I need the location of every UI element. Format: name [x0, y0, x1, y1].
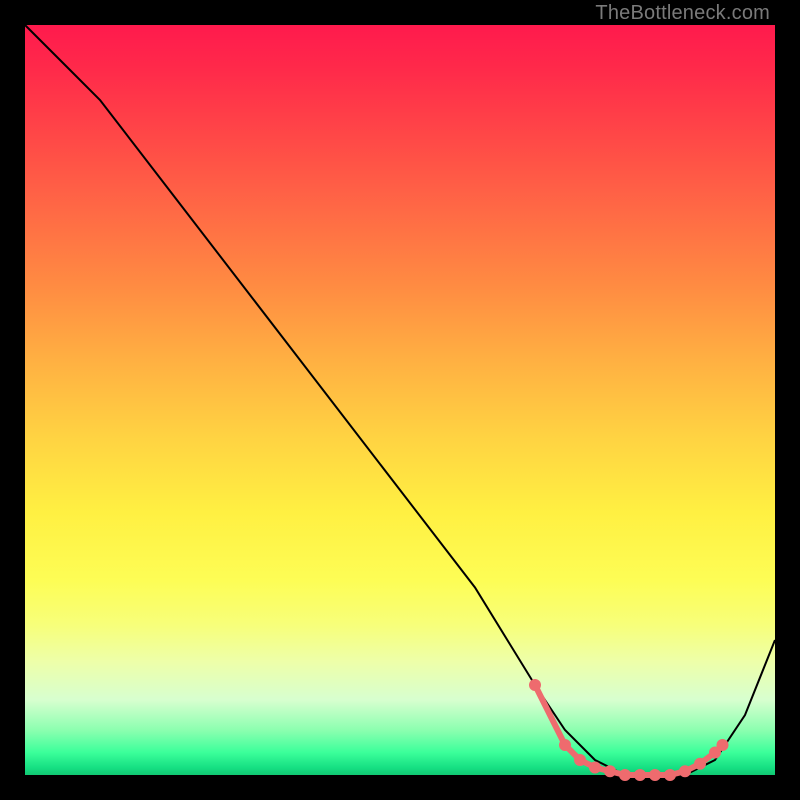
marker-dash [535, 685, 565, 745]
curve-svg [25, 25, 775, 775]
plot-area [25, 25, 775, 775]
marker-dots [529, 679, 729, 781]
curve-path [25, 25, 775, 775]
chart-frame: TheBottleneck.com [0, 0, 800, 800]
attribution-text: TheBottleneck.com [595, 2, 770, 25]
marker-dot [717, 739, 729, 751]
bottleneck-curve [25, 25, 775, 775]
